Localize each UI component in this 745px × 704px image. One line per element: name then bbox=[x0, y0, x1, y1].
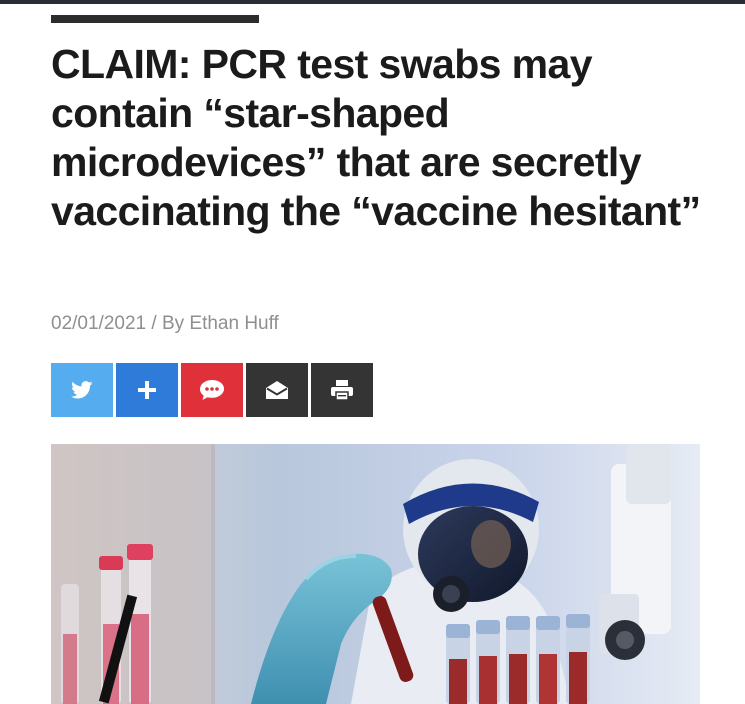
lab-scientist-image bbox=[51, 444, 700, 704]
envelope-icon bbox=[266, 381, 288, 399]
plus-icon bbox=[138, 381, 156, 399]
more-share-button[interactable] bbox=[116, 363, 178, 417]
article-author[interactable]: Ethan Huff bbox=[189, 313, 278, 334]
title-rule bbox=[51, 15, 259, 23]
email-share-button[interactable] bbox=[246, 363, 308, 417]
speech-bubble-icon bbox=[200, 380, 224, 400]
byline-prefix: By bbox=[161, 313, 185, 334]
printer-icon bbox=[331, 380, 353, 401]
print-button[interactable] bbox=[311, 363, 373, 417]
twitter-bird-icon bbox=[71, 381, 93, 399]
article-photo bbox=[51, 444, 700, 704]
article-headline: CLAIM: PCR test swabs may contain “star-… bbox=[51, 41, 701, 234]
article-meta: 02/01/2021 / By Ethan Huff bbox=[51, 313, 279, 335]
share-bar bbox=[51, 363, 373, 417]
comment-button[interactable] bbox=[181, 363, 243, 417]
meta-separator: / bbox=[151, 313, 157, 334]
article-date: 02/01/2021 bbox=[51, 313, 147, 334]
top-edge-bar bbox=[0, 0, 745, 4]
twitter-share-button[interactable] bbox=[51, 363, 113, 417]
